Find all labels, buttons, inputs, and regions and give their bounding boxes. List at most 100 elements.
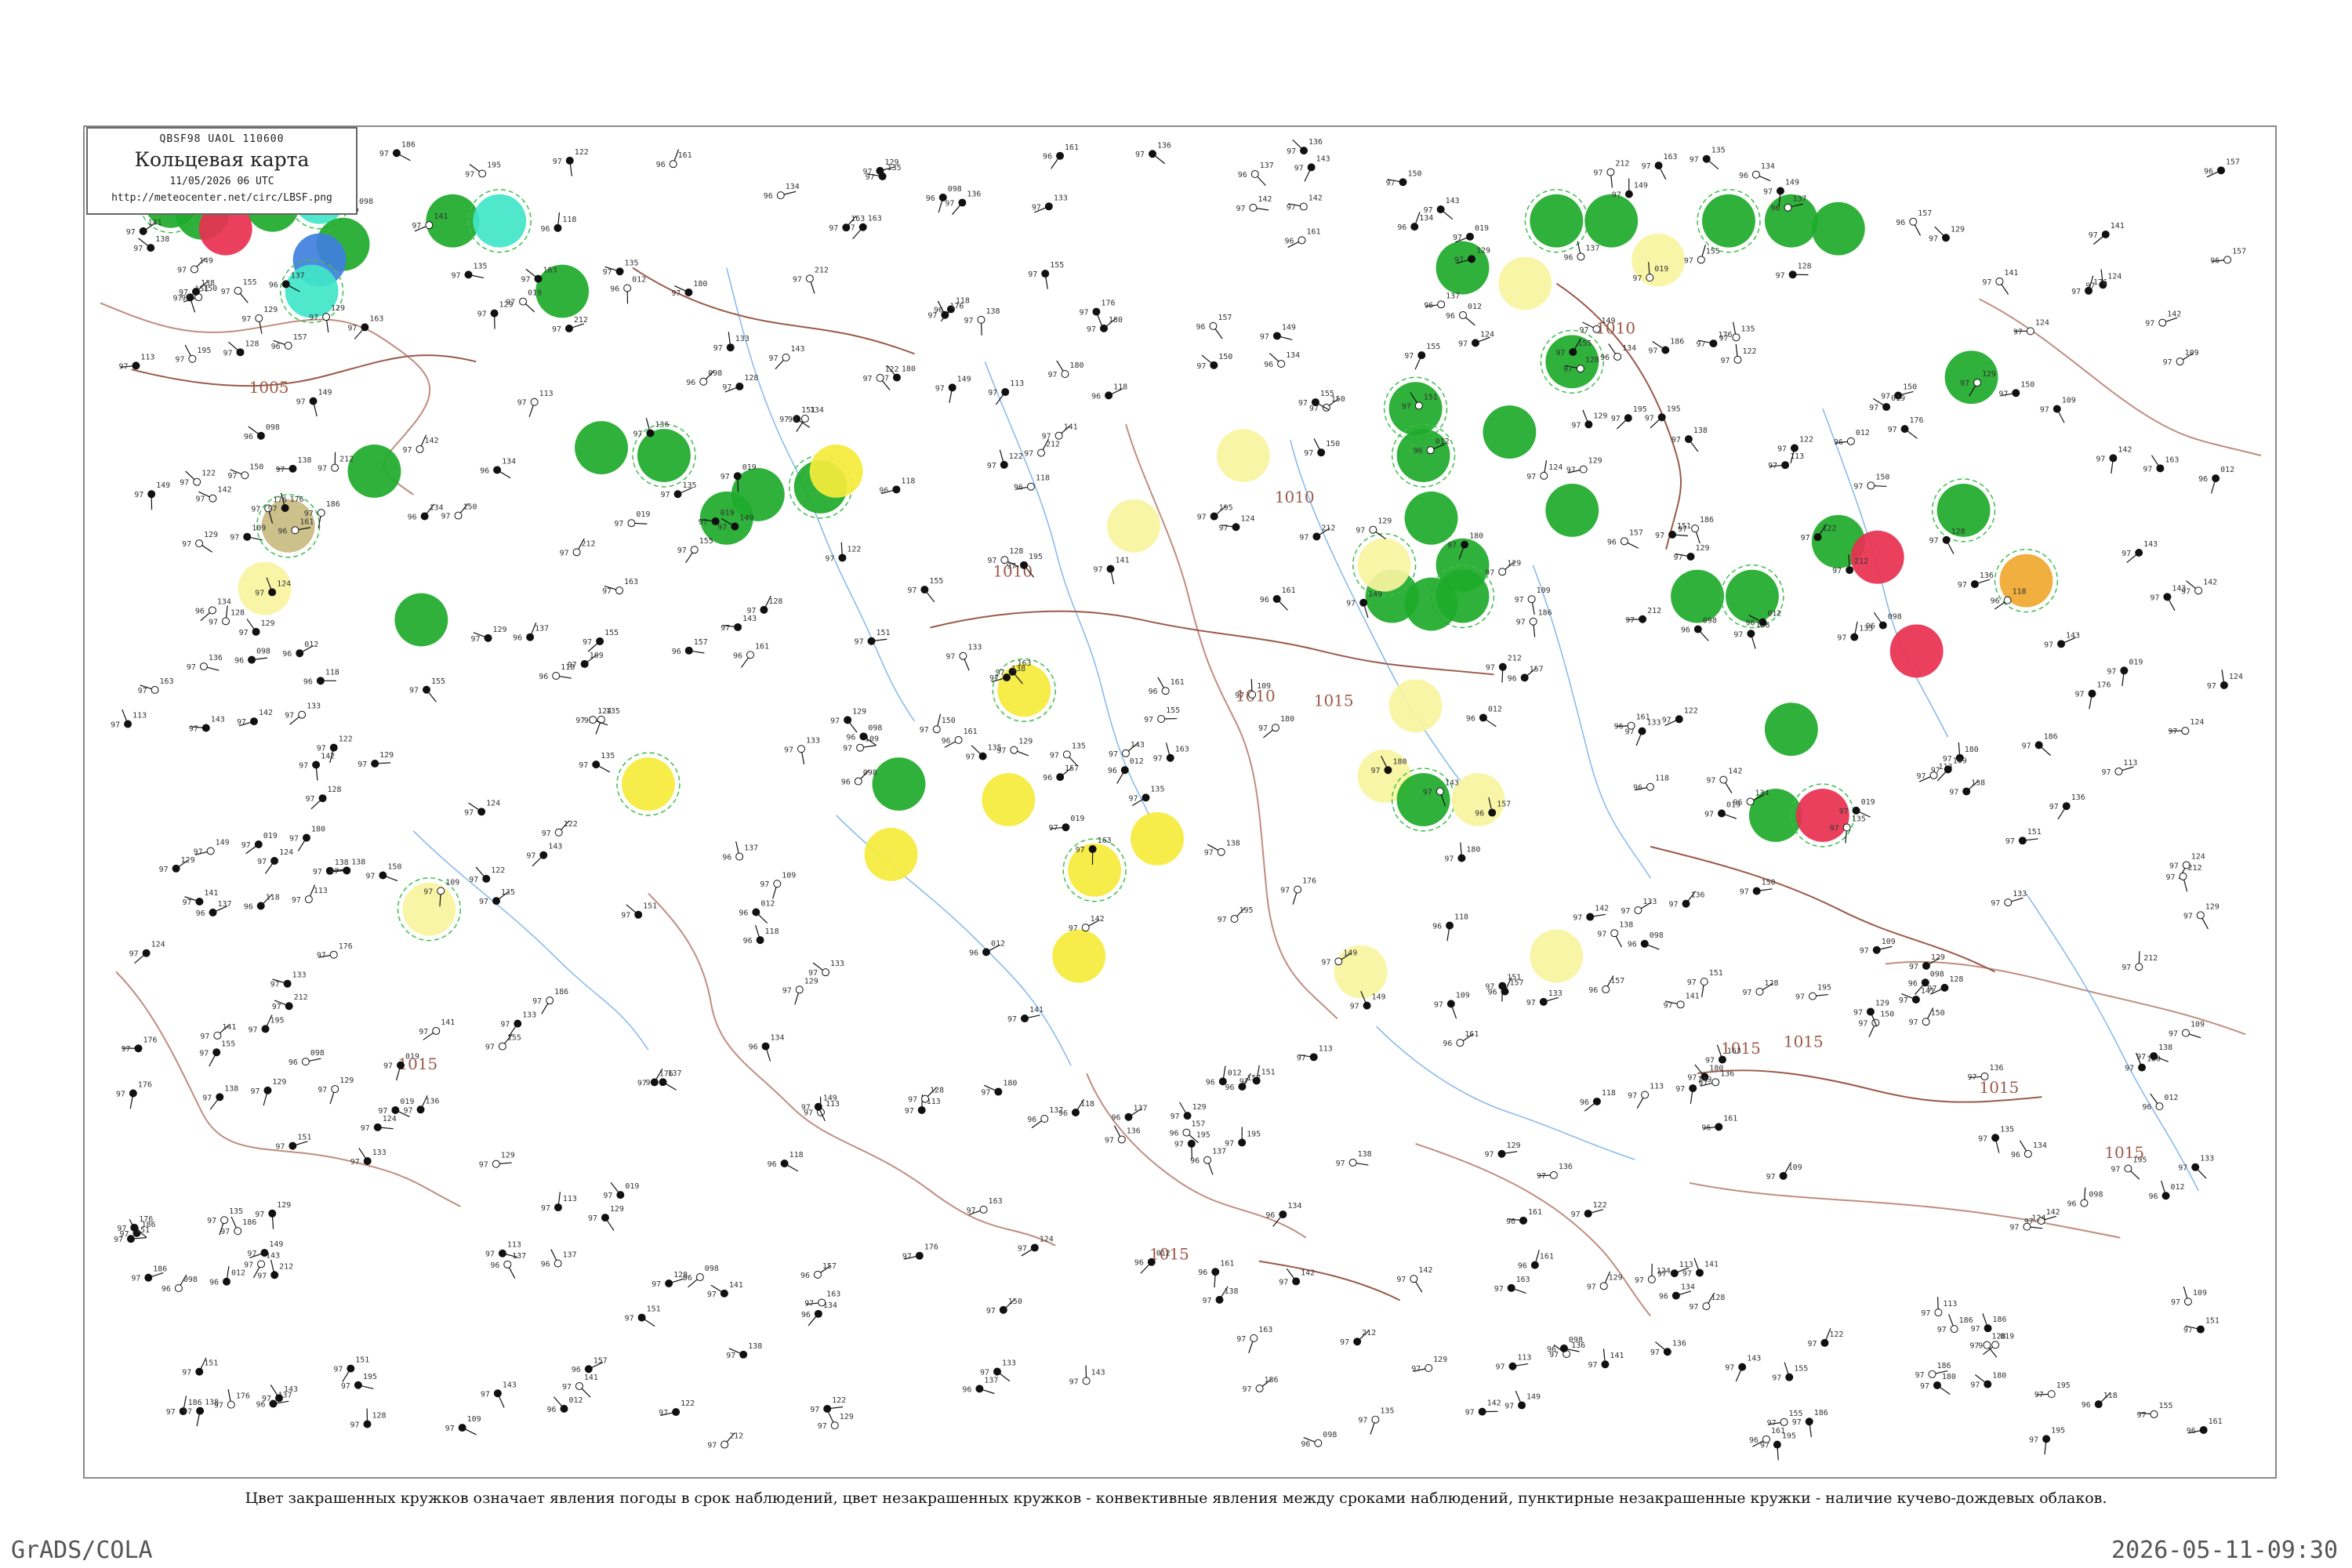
station-plot: 97150 bbox=[1998, 380, 2034, 398]
station-visibility: 97 bbox=[825, 554, 834, 563]
station-pressure: 180 bbox=[1280, 715, 1294, 724]
station-cloud-cover-icon bbox=[1292, 1277, 1301, 1286]
map-url[interactable]: http://meteocenter.net/circ/LBSF.png bbox=[88, 192, 356, 204]
station-pressure: 142 bbox=[1258, 195, 1272, 204]
station-cloud-cover-icon bbox=[304, 895, 313, 904]
station-pressure: 122 bbox=[201, 470, 216, 478]
station-cloud-cover-icon bbox=[739, 1350, 748, 1359]
station-plot: 97212 bbox=[2122, 951, 2158, 972]
station-pressure: 180 bbox=[1109, 316, 1123, 325]
station-plot: 97142 bbox=[237, 709, 273, 727]
station-pressure: 186 bbox=[1937, 1362, 1951, 1370]
station-cloud-cover-icon bbox=[1124, 1112, 1133, 1121]
station-visibility: 97 bbox=[1454, 256, 1464, 264]
station-cloud-cover-icon bbox=[2191, 1163, 2200, 1171]
station-visibility: 97 bbox=[1920, 1382, 1929, 1391]
station-plot: 97176 bbox=[1888, 416, 1924, 439]
station-visibility: 97 bbox=[251, 505, 260, 514]
station-pressure: 176 bbox=[1910, 416, 1924, 425]
station-pressure: 149 bbox=[1368, 590, 1382, 599]
station-visibility: 96 bbox=[1108, 767, 1117, 775]
station-cloud-cover-icon bbox=[1852, 806, 1860, 815]
station-plot: 97133 bbox=[2178, 1155, 2214, 1179]
station-visibility: 97 bbox=[1733, 630, 1743, 639]
station-visibility: 97 bbox=[583, 638, 592, 647]
station-visibility: 97 bbox=[1706, 777, 1715, 786]
station-pressure: 129 bbox=[379, 751, 394, 760]
station-pressure: 163 bbox=[1098, 837, 1112, 845]
station-cloud-cover-icon bbox=[268, 1209, 277, 1218]
station-cloud-cover-icon bbox=[1639, 615, 1647, 623]
station-pressure: 012 bbox=[1228, 1069, 1242, 1077]
station-cloud-cover-icon bbox=[1540, 471, 1548, 480]
station-cloud-cover-icon bbox=[1788, 270, 1797, 279]
station-visibility: 96 bbox=[1149, 688, 1158, 696]
station-visibility: 96 bbox=[1014, 484, 1023, 492]
map-title-box: QBSF98 UAOL 110600 Кольцевая карта 11/05… bbox=[86, 127, 358, 215]
station-cloud-cover-icon bbox=[420, 512, 429, 521]
station-plot: 97129 bbox=[182, 531, 218, 553]
station-plot: 97142 bbox=[1236, 195, 1272, 213]
station-cloud-cover-icon bbox=[534, 274, 543, 283]
station-cloud-cover-icon bbox=[1399, 178, 1407, 187]
station-cloud-cover-icon bbox=[416, 1105, 425, 1114]
station-visibility: 97 bbox=[2107, 667, 2116, 676]
station-plot: 96118 bbox=[879, 477, 915, 495]
station-cloud-cover-icon bbox=[1624, 414, 1632, 423]
station-visibility: 97 bbox=[2178, 1164, 2187, 1173]
station-pressure: 141 bbox=[2004, 269, 2018, 278]
station-plot: 97151 bbox=[182, 1357, 218, 1377]
station-cloud-cover-icon bbox=[822, 968, 830, 977]
station-cloud-cover-icon bbox=[416, 445, 424, 453]
station-cloud-cover-icon bbox=[1215, 1295, 1224, 1304]
station-plot: 97109 bbox=[445, 1415, 481, 1436]
station-pressure: 135 bbox=[625, 259, 639, 267]
station-cloud-cover-icon bbox=[1695, 1269, 1704, 1277]
station-cloud-cover-icon bbox=[2183, 1298, 2192, 1306]
station-pressure: 136 bbox=[1989, 1064, 2003, 1073]
station-visibility: 97 bbox=[1937, 1326, 1947, 1334]
station-plot: 96098 bbox=[162, 1274, 198, 1294]
station-pressure: 109 bbox=[2193, 1289, 2207, 1298]
station-pressure: 195 bbox=[270, 1016, 285, 1025]
station-cloud-cover-icon bbox=[1747, 630, 1755, 638]
station-pressure: 098 bbox=[1888, 613, 1902, 622]
station-cloud-cover-icon bbox=[2080, 1199, 2089, 1207]
station-pressure: 124 bbox=[279, 848, 293, 857]
station-visibility: 97 bbox=[760, 880, 769, 889]
station-pressure: 143 bbox=[742, 615, 757, 623]
station-plot: 96157 bbox=[1196, 314, 1232, 339]
station-pressure: 128 bbox=[245, 339, 259, 348]
station-cloud-cover-icon bbox=[126, 1235, 135, 1243]
station-visibility: 96 bbox=[1701, 1123, 1711, 1132]
station-pressure: 212 bbox=[1508, 655, 1522, 663]
station-cloud-cover-icon bbox=[2012, 389, 2020, 397]
station-cloud-cover-icon bbox=[731, 522, 739, 531]
station-cloud-cover-icon bbox=[1684, 435, 1693, 444]
station-visibility: 97 bbox=[1236, 1335, 1246, 1344]
station-visibility: 97 bbox=[579, 761, 588, 770]
station-cloud-cover-icon bbox=[564, 325, 573, 333]
station-visibility: 97 bbox=[257, 1272, 267, 1280]
station-visibility: 97 bbox=[1279, 1278, 1288, 1287]
station-visibility: 96 bbox=[1043, 153, 1052, 162]
station-visibility: 97 bbox=[1689, 1303, 1698, 1312]
station-visibility: 97 bbox=[1970, 1381, 1980, 1390]
station-pressure: 109 bbox=[1456, 991, 1470, 1000]
station-pressure: 155 bbox=[1577, 339, 1592, 348]
station-circle-rain bbox=[1483, 405, 1537, 459]
station-visibility: 96 bbox=[1264, 361, 1273, 369]
station-plot: 97135 bbox=[452, 262, 488, 280]
station-visibility: 97 bbox=[1684, 256, 1693, 265]
station-pressure: 098 bbox=[1930, 970, 1944, 978]
station-cloud-cover-icon bbox=[1203, 1156, 1212, 1164]
station-pressure: 118 bbox=[2103, 1392, 2118, 1400]
station-cloud-cover-icon bbox=[129, 1089, 137, 1098]
station-pressure: 150 bbox=[1903, 383, 1917, 391]
station-cloud-cover-icon bbox=[124, 720, 132, 728]
station-pressure: 150 bbox=[249, 463, 263, 471]
station-pressure: 136 bbox=[2071, 793, 2085, 802]
station-plot: 96134 bbox=[1265, 1202, 1301, 1227]
station-cloud-cover-icon bbox=[672, 1408, 681, 1417]
station-pressure: 163 bbox=[851, 215, 865, 223]
